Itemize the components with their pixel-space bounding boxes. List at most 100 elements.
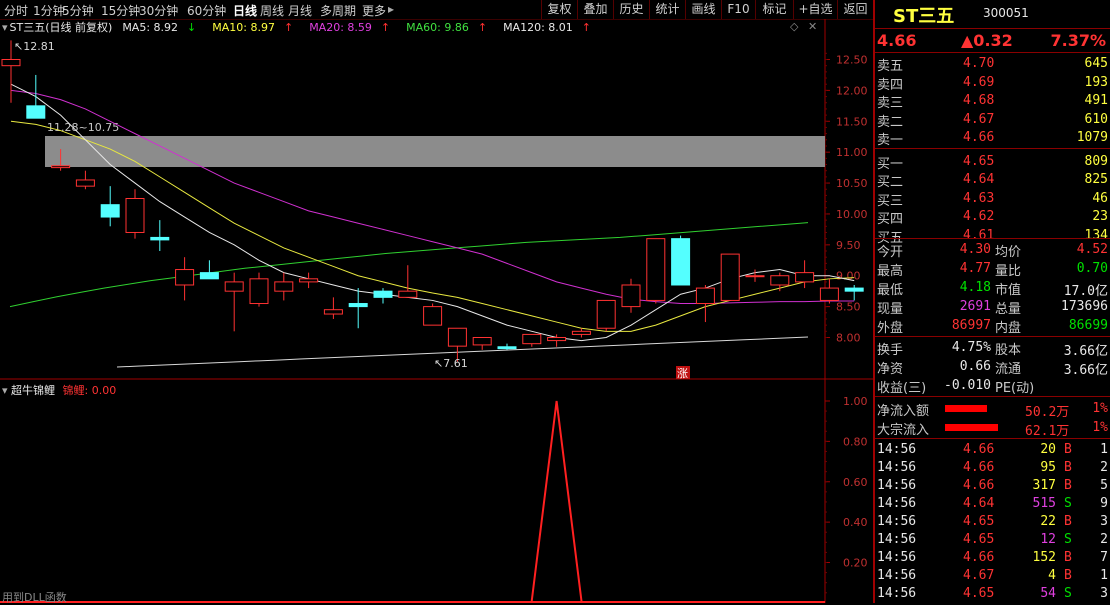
candle-body-up[interactable] bbox=[274, 281, 294, 292]
tick-time: 14:56 bbox=[877, 442, 917, 457]
book-price: 4.67 bbox=[963, 111, 995, 127]
candle-body-up[interactable] bbox=[398, 290, 418, 298]
tick-price: 4.66 bbox=[963, 550, 995, 565]
order-book-row[interactable]: 卖一 4.66 1079 bbox=[875, 129, 1110, 148]
stat-label: 最低 bbox=[877, 283, 904, 298]
candle-body-down[interactable] bbox=[497, 346, 517, 350]
price-tick-label: 11.50 bbox=[836, 115, 868, 128]
indicator-value: 锦鲤: 0.00 bbox=[62, 384, 117, 397]
stat-value: 4.18 bbox=[959, 280, 991, 295]
candle-body-up[interactable] bbox=[75, 179, 95, 187]
order-book-row[interactable]: 买一 4.65 809 bbox=[875, 153, 1110, 172]
tick-row[interactable]: 14:56 4.67 4 B 1 bbox=[875, 567, 1110, 585]
tick-price: 4.65 bbox=[963, 514, 995, 529]
tick-row[interactable]: 14:56 4.65 12 S 2 bbox=[875, 531, 1110, 549]
stat-value: 173696 bbox=[1061, 299, 1108, 314]
candle-body-up[interactable] bbox=[522, 333, 542, 345]
tick-price: 4.66 bbox=[963, 478, 995, 493]
tick-price: 4.66 bbox=[963, 442, 995, 457]
order-book-row[interactable]: 卖五 4.70 645 bbox=[875, 55, 1110, 74]
ind-tick-label: 0.60 bbox=[843, 476, 868, 489]
candle-body-up[interactable] bbox=[224, 281, 244, 292]
candle-body-up[interactable] bbox=[795, 272, 815, 283]
candle-body-down[interactable] bbox=[671, 238, 691, 286]
candle-body-up[interactable] bbox=[621, 284, 641, 308]
order-book-row[interactable]: 买四 4.62 23 bbox=[875, 208, 1110, 227]
tick-row[interactable]: 14:56 4.66 20 B 1 bbox=[875, 441, 1110, 459]
candle-body-up[interactable] bbox=[423, 306, 443, 326]
tick-row[interactable]: 14:56 4.66 95 B 2 bbox=[875, 459, 1110, 477]
flow-pct: 1% bbox=[1092, 420, 1108, 435]
order-book-row[interactable]: 买二 4.64 825 bbox=[875, 171, 1110, 190]
tick-time: 14:56 bbox=[877, 496, 917, 511]
book-volume: 1079 bbox=[1076, 130, 1108, 145]
tick-side: S bbox=[1064, 496, 1072, 511]
candle-body-up[interactable] bbox=[447, 327, 467, 347]
candle-body-up[interactable] bbox=[51, 165, 71, 169]
candle-body-down[interactable] bbox=[150, 236, 170, 241]
candle-body-up[interactable] bbox=[175, 269, 195, 286]
indicator-legend: ▾ 超牛锦鲤 锦鲤: 0.00 bbox=[0, 382, 116, 398]
candle-body-up[interactable] bbox=[571, 330, 591, 335]
high-label: ↖12.81 bbox=[14, 40, 55, 53]
book-price: 4.64 bbox=[963, 172, 995, 187]
book-level-label: 买四 bbox=[877, 212, 904, 227]
candle-body-up[interactable] bbox=[249, 278, 269, 305]
tick-time: 14:56 bbox=[877, 514, 917, 529]
flow-amount: 50.2万 bbox=[1025, 405, 1070, 420]
candle-body-up[interactable] bbox=[646, 238, 666, 301]
candle-body-up[interactable] bbox=[720, 253, 740, 301]
stat-label: 净资 bbox=[877, 362, 904, 377]
book-volume: 193 bbox=[1084, 74, 1108, 90]
candle-body-up[interactable] bbox=[770, 275, 790, 286]
indicator-line bbox=[530, 400, 583, 603]
candle-body-down[interactable] bbox=[199, 272, 219, 280]
tick-side: B bbox=[1064, 514, 1072, 529]
candle-body-down[interactable] bbox=[348, 303, 368, 308]
order-book-row[interactable]: 卖三 4.68 491 bbox=[875, 92, 1110, 111]
candle-body-up[interactable] bbox=[695, 287, 715, 305]
stat-value: 0.70 bbox=[1076, 261, 1108, 276]
tick-row[interactable]: 14:56 4.66 317 B 5 bbox=[875, 477, 1110, 495]
tick-price: 4.64 bbox=[963, 496, 995, 511]
tick-row[interactable]: 14:56 4.65 54 S 3 bbox=[875, 585, 1110, 603]
tick-price: 4.66 bbox=[963, 460, 995, 475]
tick-volume: 515 bbox=[1032, 496, 1056, 511]
candle-body-up[interactable] bbox=[1, 59, 21, 67]
tick-time: 14:56 bbox=[877, 568, 917, 583]
candle-body-down[interactable] bbox=[100, 204, 120, 218]
order-book-row[interactable]: 卖四 4.69 193 bbox=[875, 74, 1110, 93]
candle-body-down[interactable] bbox=[373, 290, 393, 298]
candle-body-down[interactable] bbox=[26, 105, 46, 119]
candle-body-up[interactable] bbox=[299, 278, 319, 283]
candle-body-up[interactable] bbox=[547, 337, 567, 342]
order-book-row[interactable]: 买三 4.63 46 bbox=[875, 190, 1110, 209]
ind-tick-label: 0.80 bbox=[843, 435, 868, 448]
tick-time: 14:56 bbox=[877, 478, 917, 493]
candle-body-up[interactable] bbox=[745, 275, 765, 278]
candle-body-up[interactable] bbox=[819, 287, 839, 301]
resistance-band[interactable] bbox=[45, 136, 825, 167]
candle-body-up[interactable] bbox=[125, 198, 145, 233]
stat-label: 总量 bbox=[995, 302, 1022, 317]
tick-side: B bbox=[1064, 550, 1072, 565]
candle-body-up[interactable] bbox=[323, 309, 343, 315]
today-mark: 涨 bbox=[677, 367, 688, 380]
candle-body-down[interactable] bbox=[844, 287, 864, 292]
price-tick-label: 9.50 bbox=[836, 239, 861, 252]
candle-body-up[interactable] bbox=[472, 337, 492, 346]
tick-price: 4.65 bbox=[963, 586, 995, 601]
order-book-row[interactable]: 卖二 4.67 610 bbox=[875, 111, 1110, 130]
chart-canvas[interactable]: 12.50 12.00 11.50 11.00 10.50 10.00 9.50 9.00 8.… bbox=[0, 0, 873, 603]
tick-count: 3 bbox=[1100, 586, 1108, 601]
tick-count: 9 bbox=[1100, 496, 1108, 511]
tick-count: 1 bbox=[1100, 442, 1108, 457]
tick-row[interactable]: 14:56 4.64 515 S 9 bbox=[875, 495, 1110, 513]
tick-count: 2 bbox=[1100, 460, 1108, 475]
tick-row[interactable]: 14:56 4.66 152 B 7 bbox=[875, 549, 1110, 567]
collapse-icon[interactable]: ▾ bbox=[2, 384, 8, 397]
tick-row[interactable]: 14:56 4.65 22 B 3 bbox=[875, 513, 1110, 531]
tick-volume: 317 bbox=[1032, 478, 1056, 493]
tick-side: B bbox=[1064, 460, 1072, 475]
candle-body-up[interactable] bbox=[596, 299, 616, 329]
